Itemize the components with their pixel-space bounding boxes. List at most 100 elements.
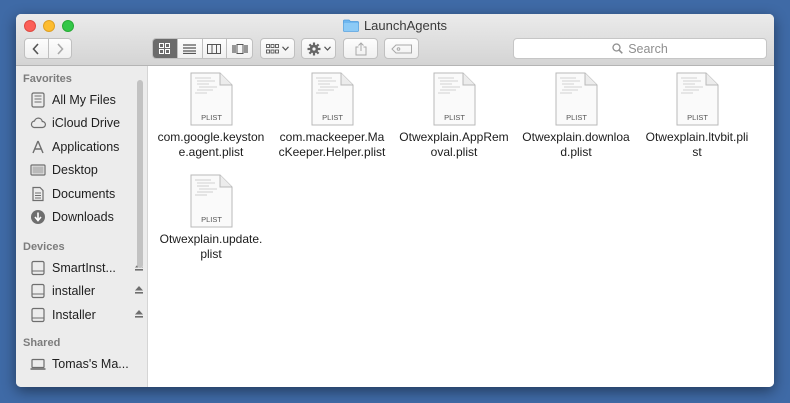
file-browser: PLIST com.google.keyston e.agent.plist P… <box>149 66 774 387</box>
arrange-button[interactable] <box>260 38 295 59</box>
file-name-line2: st <box>692 145 702 159</box>
devices-header: Devices <box>23 241 65 253</box>
tag-icon <box>390 44 412 53</box>
sidebar-item-desktop[interactable]: Desktop <box>30 160 144 180</box>
sidebar-item-label: installer <box>52 284 96 298</box>
search-icon <box>612 43 624 54</box>
file-name: Otwexplain.downloa d.plist <box>520 130 632 160</box>
file-type-badge: PLIST <box>322 113 343 122</box>
search-placeholder: Search <box>628 41 668 56</box>
file-name-line1: com.google.keyston <box>157 130 265 144</box>
forward-button[interactable] <box>49 39 72 58</box>
share-icon <box>355 41 366 55</box>
plist-file-icon: PLIST <box>555 72 598 126</box>
file-name: com.mackeeper.Ma cKeeper.Helper.plist <box>276 130 388 160</box>
file-name-line2: cKeeper.Helper.plist <box>278 145 386 159</box>
file-type-badge: PLIST <box>444 113 465 122</box>
eject-icon[interactable] <box>134 309 144 319</box>
sidebar-item-installer[interactable]: installer <box>30 281 144 301</box>
action-button[interactable] <box>301 38 336 59</box>
file-name-line1: Otwexplain.ltvbit.pli <box>645 130 749 144</box>
finder-window: LaunchAgents Search Favorites All My Fil… <box>16 14 774 387</box>
cover-flow-view-button[interactable] <box>227 39 252 58</box>
title-bar: LaunchAgents Search <box>16 14 774 66</box>
sidebar-item-label: Installer <box>52 308 96 322</box>
arrange-grid-icon <box>266 43 279 53</box>
favorites-header: Favorites <box>23 73 72 85</box>
file-item[interactable]: PLIST Otwexplain.update. plist <box>152 174 270 262</box>
file-name: com.google.keyston e.agent.plist <box>155 130 267 160</box>
computer-icon <box>30 358 46 370</box>
file-item[interactable]: PLIST Otwexplain.ltvbit.pli st <box>638 72 756 160</box>
file-type-badge: PLIST <box>687 113 708 122</box>
sidebar-item-applications[interactable]: Applications <box>30 137 144 157</box>
sidebar-item-tomas-mac[interactable]: Tomas's Ma... <box>30 354 144 374</box>
sidebar-item-label: Documents <box>52 187 116 201</box>
icon-view-button[interactable] <box>153 39 178 58</box>
sidebar-item-label: SmartInst... <box>52 261 116 275</box>
file-name: Otwexplain.update. plist <box>155 232 267 262</box>
tags-button[interactable] <box>384 38 419 59</box>
downloads-icon <box>31 210 45 224</box>
sidebar-item-downloads[interactable]: Downloads <box>30 207 144 227</box>
plist-file-icon: PLIST <box>190 174 233 228</box>
chevron-right-icon <box>57 42 64 55</box>
desktop-icon <box>30 164 46 176</box>
sidebar-item-all-my-files[interactable]: All My Files <box>30 90 144 110</box>
chevron-down-icon <box>323 46 331 51</box>
disk-icon <box>31 260 45 276</box>
sidebar: Favorites All My Files iCloud Drive Appl… <box>16 66 148 387</box>
share-button[interactable] <box>343 38 378 59</box>
list-view-button[interactable] <box>178 39 203 58</box>
file-name-line2: e.agent.plist <box>178 145 244 159</box>
file-name-line1: com.mackeeper.Ma <box>279 130 385 144</box>
search-input[interactable]: Search <box>513 38 767 59</box>
sidebar-item-label: Tomas's Ma... <box>52 357 129 371</box>
plist-file-icon: PLIST <box>433 72 476 126</box>
sidebar-item-documents[interactable]: Documents <box>30 184 144 204</box>
cloud-icon <box>30 117 46 129</box>
sidebar-item-icloud-drive[interactable]: iCloud Drive <box>30 113 144 133</box>
eject-icon[interactable] <box>134 285 144 295</box>
file-type-badge: PLIST <box>201 215 222 224</box>
window-title-text: LaunchAgents <box>363 17 448 33</box>
file-name: Otwexplain.AppRem oval.plist <box>398 130 510 160</box>
file-name-line2: oval.plist <box>430 145 478 159</box>
file-name-line1: Otwexplain.update. <box>159 232 263 246</box>
column-view-button[interactable] <box>203 39 228 58</box>
sidebar-item-label: Downloads <box>52 210 114 224</box>
file-name: Otwexplain.ltvbit.pli st <box>641 130 753 160</box>
sidebar-item-label: Desktop <box>52 163 98 177</box>
file-item[interactable]: PLIST Otwexplain.AppRem oval.plist <box>395 72 513 160</box>
icon-view-icon <box>159 43 171 54</box>
file-name-line1: Otwexplain.downloa <box>522 130 630 144</box>
sidebar-item-label: All My Files <box>52 93 116 107</box>
sidebar-item-installer-2[interactable]: Installer <box>30 305 144 325</box>
sidebar-item-label: Applications <box>52 140 120 154</box>
chevron-left-icon <box>32 42 39 55</box>
disk-icon <box>31 283 45 299</box>
sidebar-item-label: iCloud Drive <box>52 116 121 130</box>
sidebar-item-smartinst[interactable]: SmartInst... <box>30 258 144 278</box>
sidebar-scrollbar[interactable] <box>137 80 143 268</box>
back-button[interactable] <box>25 39 49 58</box>
cover-flow-icon <box>232 43 248 54</box>
disk-icon <box>31 307 45 323</box>
all-files-icon <box>31 92 45 108</box>
file-name-line2: plist <box>200 247 222 261</box>
plist-file-icon: PLIST <box>311 72 354 126</box>
plist-file-icon: PLIST <box>676 72 719 126</box>
file-type-badge: PLIST <box>566 113 587 122</box>
plist-file-icon: PLIST <box>190 72 233 126</box>
applications-icon <box>32 140 44 154</box>
gear-icon <box>307 42 320 55</box>
view-mode-control <box>152 38 253 59</box>
nav-buttons <box>24 38 72 59</box>
file-name-line2: d.plist <box>560 145 592 159</box>
file-name-line1: Otwexplain.AppRem <box>399 130 509 144</box>
file-item[interactable]: PLIST Otwexplain.downloa d.plist <box>517 72 635 160</box>
file-type-badge: PLIST <box>201 113 222 122</box>
shared-header: Shared <box>23 337 61 349</box>
file-item[interactable]: PLIST com.google.keyston e.agent.plist <box>152 72 270 160</box>
file-item[interactable]: PLIST com.mackeeper.Ma cKeeper.Helper.pl… <box>273 72 391 160</box>
